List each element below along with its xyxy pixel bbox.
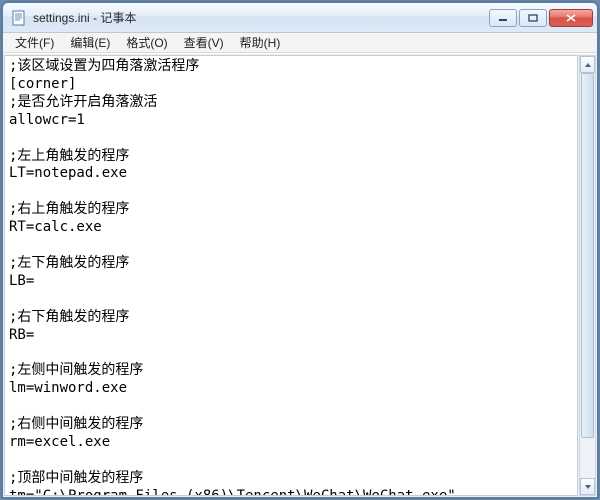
maximize-button[interactable] [519, 9, 547, 27]
text-editor[interactable]: ;该区域设置为四角落激活程序[corner];是否允许开启角落激活allowcr… [4, 55, 578, 496]
menu-help[interactable]: 帮助(H) [232, 32, 289, 53]
editor-line: LB= [9, 273, 573, 291]
menu-file[interactable]: 文件(F) [7, 32, 62, 53]
menubar: 文件(F) 编辑(E) 格式(O) 查看(V) 帮助(H) [3, 33, 597, 53]
editor-line: allowcr=1 [9, 112, 573, 130]
menu-edit[interactable]: 编辑(E) [62, 32, 118, 53]
editor-line: ;是否允许开启角落激活 [9, 94, 573, 112]
notepad-window: settings.ini - 记事本 文件(F) 编辑(E) 格式(O) 查看(… [2, 2, 598, 498]
scroll-up-button[interactable] [580, 56, 595, 73]
editor-line [9, 130, 573, 148]
editor-line [9, 291, 573, 309]
scrollbar-thumb[interactable] [581, 73, 594, 438]
notepad-icon [11, 10, 27, 26]
editor-line [9, 398, 573, 416]
editor-line: RT=calc.exe [9, 219, 573, 237]
vertical-scrollbar[interactable] [579, 55, 596, 496]
editor-line: ;右下角触发的程序 [9, 309, 573, 327]
editor-line: ;顶部中间触发的程序 [9, 470, 573, 488]
editor-line: ;右上角触发的程序 [9, 201, 573, 219]
editor-line: ;左下角触发的程序 [9, 255, 573, 273]
titlebar[interactable]: settings.ini - 记事本 [3, 3, 597, 33]
editor-line: lm=winword.exe [9, 380, 573, 398]
editor-line [9, 345, 573, 363]
editor-line: ;左上角触发的程序 [9, 148, 573, 166]
window-controls [489, 9, 593, 27]
editor-line: LT=notepad.exe [9, 165, 573, 183]
window-title: settings.ini - 记事本 [33, 9, 489, 26]
editor-line: ;右侧中间触发的程序 [9, 416, 573, 434]
close-button[interactable] [549, 9, 593, 27]
scroll-down-button[interactable] [580, 478, 595, 495]
minimize-button[interactable] [489, 9, 517, 27]
editor-line [9, 237, 573, 255]
menu-view[interactable]: 查看(V) [176, 32, 232, 53]
editor-line [9, 183, 573, 201]
menu-format[interactable]: 格式(O) [118, 32, 175, 53]
editor-line: ;左侧中间触发的程序 [9, 362, 573, 380]
scrollbar-track[interactable] [580, 73, 595, 478]
content-area: ;该区域设置为四角落激活程序[corner];是否允许开启角落激活allowcr… [3, 53, 597, 497]
editor-line: [corner] [9, 76, 573, 94]
editor-line: ;该区域设置为四角落激活程序 [9, 58, 573, 76]
editor-line: tm="C:\Program Files (x86)\Tencent\WeCha… [9, 488, 573, 496]
editor-line: RB= [9, 327, 573, 345]
editor-line: rm=excel.exe [9, 434, 573, 452]
editor-line [9, 452, 573, 470]
